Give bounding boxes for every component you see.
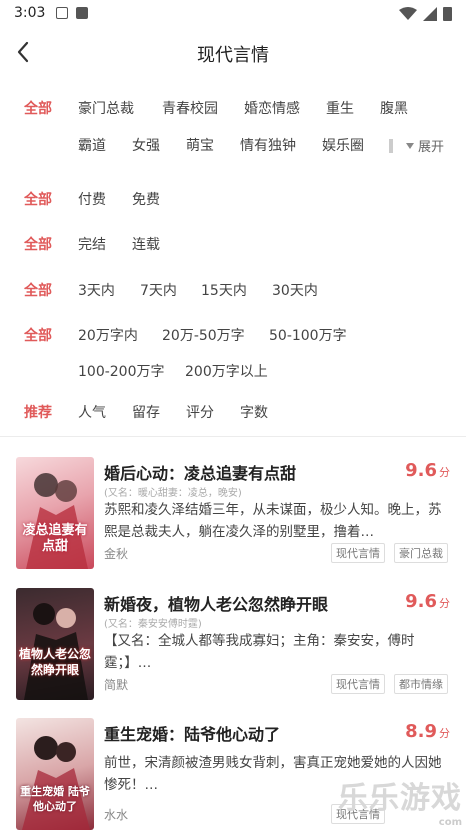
- book-score: 9.6 分: [405, 591, 450, 612]
- expand-button[interactable]: 展开: [406, 136, 444, 155]
- notification-a-icon: [56, 7, 68, 19]
- book-description: 苏熙和凌久泽结婚三年，从未谋面，极少人知。晚上，苏熙是总裁夫人，躺在凌久泽的别墅…: [104, 502, 442, 540]
- filter-category-item[interactable]: 青春校园: [162, 98, 218, 118]
- sort-item[interactable]: 字数: [240, 402, 268, 422]
- watermark-text: 乐乐游戏: [338, 781, 462, 816]
- filter-words-item[interactable]: 50-100万字: [269, 325, 347, 345]
- sort-item[interactable]: 人气: [78, 402, 106, 422]
- filter-row-pay: 全部 付费 免费: [0, 189, 466, 213]
- filter-words-item[interactable]: 20万-50万字: [162, 325, 245, 345]
- book-tag[interactable]: 现代言情: [331, 543, 385, 563]
- book-tag[interactable]: 现代言情: [331, 674, 385, 694]
- score-value: 8.9: [405, 721, 437, 742]
- chevron-down-icon: [406, 142, 414, 149]
- book-item[interactable]: 植物人老公忽然睁开眼 新婚夜，植物人老公忽然睁开眼 9.6 分 (又名：秦安安傅时…: [0, 588, 466, 706]
- filter-row-time: 全部 3天内 7天内 15天内 30天内: [0, 280, 466, 304]
- filter-pay-item[interactable]: 免费: [132, 189, 160, 209]
- book-author: 简默: [104, 678, 129, 692]
- score-value: 9.6: [405, 591, 437, 612]
- divider: [0, 436, 466, 437]
- filter-category-item[interactable]: 萌宝: [186, 135, 214, 155]
- filter-time-all[interactable]: 全部: [24, 280, 52, 300]
- expand-label: 展开: [418, 140, 445, 155]
- book-tag[interactable]: 豪门总裁: [394, 543, 448, 563]
- cover-title: 植物人老公忽然睁开眼: [18, 647, 91, 677]
- book-alias: (又名：秦安安傅时霆): [104, 619, 202, 630]
- sort-item[interactable]: 留存: [132, 402, 160, 422]
- book-title[interactable]: 婚后心动：凌总追妻有点甜: [104, 460, 296, 484]
- filter-category-item[interactable]: 娱乐圈: [322, 135, 364, 155]
- book-cover[interactable]: 凌总追妻有点甜: [16, 457, 94, 569]
- book-item[interactable]: 凌总追妻有点甜 婚后心动：凌总追妻有点甜 9.6 分 (又名：暖心甜妻：凌总，晚安…: [0, 457, 466, 575]
- filter-row-progress: 全部 完结 连载: [0, 234, 466, 258]
- signal-icon: [423, 6, 437, 21]
- notification-square-icon: [76, 7, 88, 19]
- filter-progress-item[interactable]: 完结: [78, 234, 106, 254]
- score-unit: 分: [439, 727, 450, 740]
- watermark-sub: com: [438, 817, 462, 828]
- cover-title: 凌总追妻有点甜: [22, 523, 88, 554]
- filter-pay-item[interactable]: 付费: [78, 189, 106, 209]
- status-time: 3:03: [14, 5, 46, 21]
- filter-row-words-2: 100-200万字 200万字以上: [0, 361, 466, 385]
- filter-category-item[interactable]: 重生: [326, 98, 354, 118]
- watermark: 乐乐游戏 com: [338, 773, 462, 828]
- score-unit: 分: [439, 597, 450, 610]
- overflow-fade: [389, 139, 393, 153]
- book-description: 【又名：全城人都等我成寡妇；主角：秦安安，傅时霆；】…: [104, 633, 415, 671]
- book-author: 水水: [104, 808, 129, 822]
- sort-item[interactable]: 评分: [186, 402, 214, 422]
- page-title: 现代言情: [197, 45, 269, 66]
- book-tag[interactable]: 都市情缘: [394, 674, 448, 694]
- filter-words-all[interactable]: 全部: [24, 325, 52, 345]
- book-cover[interactable]: 植物人老公忽然睁开眼: [16, 588, 94, 700]
- filter-time-item[interactable]: 15天内: [201, 280, 247, 300]
- battery-icon: [443, 7, 452, 21]
- filter-category-all[interactable]: 全部: [24, 98, 52, 118]
- filter-progress-all[interactable]: 全部: [24, 234, 52, 254]
- score-unit: 分: [439, 466, 450, 479]
- filter-row-category: 全部 豪门总裁 青春校园 婚恋情感 重生 腹黑: [0, 98, 466, 122]
- book-cover[interactable]: 重生宠婚 陆爷他心动了: [16, 718, 94, 830]
- sort-recommend[interactable]: 推荐: [24, 402, 52, 422]
- book-title[interactable]: 新婚夜，植物人老公忽然睁开眼: [104, 591, 328, 615]
- book-score: 8.9 分: [405, 721, 450, 742]
- filter-category-item[interactable]: 腹黑: [380, 98, 408, 118]
- filter-row-sort: 推荐 人气 留存 评分 字数: [0, 402, 466, 426]
- filter-words-item[interactable]: 200万字以上: [185, 361, 268, 381]
- filter-pay-all[interactable]: 全部: [24, 189, 52, 209]
- filter-time-item[interactable]: 3天内: [78, 280, 115, 300]
- filter-time-item[interactable]: 30天内: [272, 280, 318, 300]
- book-title[interactable]: 重生宠婚：陆爷他心动了: [104, 721, 280, 745]
- filter-row-words: 全部 20万字内 20万-50万字 50-100万字: [0, 325, 466, 349]
- filter-category-item[interactable]: 情有独钟: [240, 135, 296, 155]
- book-score: 9.6 分: [405, 460, 450, 481]
- filter-words-item[interactable]: 100-200万字: [78, 361, 165, 381]
- score-value: 9.6: [405, 460, 437, 481]
- filter-row-category-2: 霸道 女强 萌宝 情有独钟 娱乐圈 展开: [0, 135, 466, 159]
- filter-progress-item[interactable]: 连载: [132, 234, 160, 254]
- book-author: 金秋: [104, 547, 129, 561]
- filter-category-item[interactable]: 女强: [132, 135, 160, 155]
- status-bar: 3:03: [0, 0, 466, 28]
- filter-category-item[interactable]: 豪门总裁: [78, 98, 134, 118]
- filter-category-item[interactable]: 婚恋情感: [244, 98, 300, 118]
- book-alias: (又名：暖心甜妻：凌总，晚安): [104, 488, 242, 499]
- filter-category-item[interactable]: 霸道: [78, 135, 106, 155]
- title-bar: 现代言情: [0, 28, 466, 78]
- wifi-icon: [399, 6, 417, 20]
- cover-art: [24, 603, 88, 700]
- filter-words-item[interactable]: 20万字内: [78, 325, 138, 345]
- cover-title: 重生宠婚 陆爷他心动了: [20, 785, 90, 813]
- filter-time-item[interactable]: 7天内: [140, 280, 177, 300]
